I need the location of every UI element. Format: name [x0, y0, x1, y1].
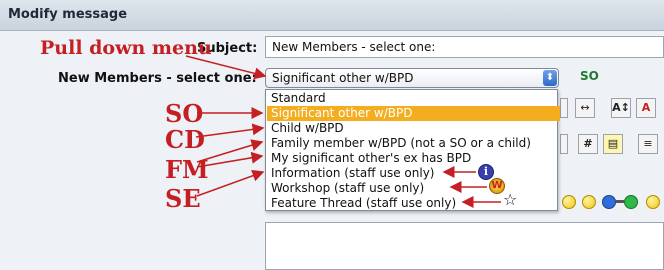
- arrow-fm-2: [196, 151, 264, 168]
- arrow-se: [196, 169, 265, 197]
- arrow-cd: [195, 123, 265, 138]
- arrow-fm-1: [196, 139, 264, 163]
- arrow-pull-down: [185, 55, 267, 80]
- annotation-arrows: [185, 55, 501, 208]
